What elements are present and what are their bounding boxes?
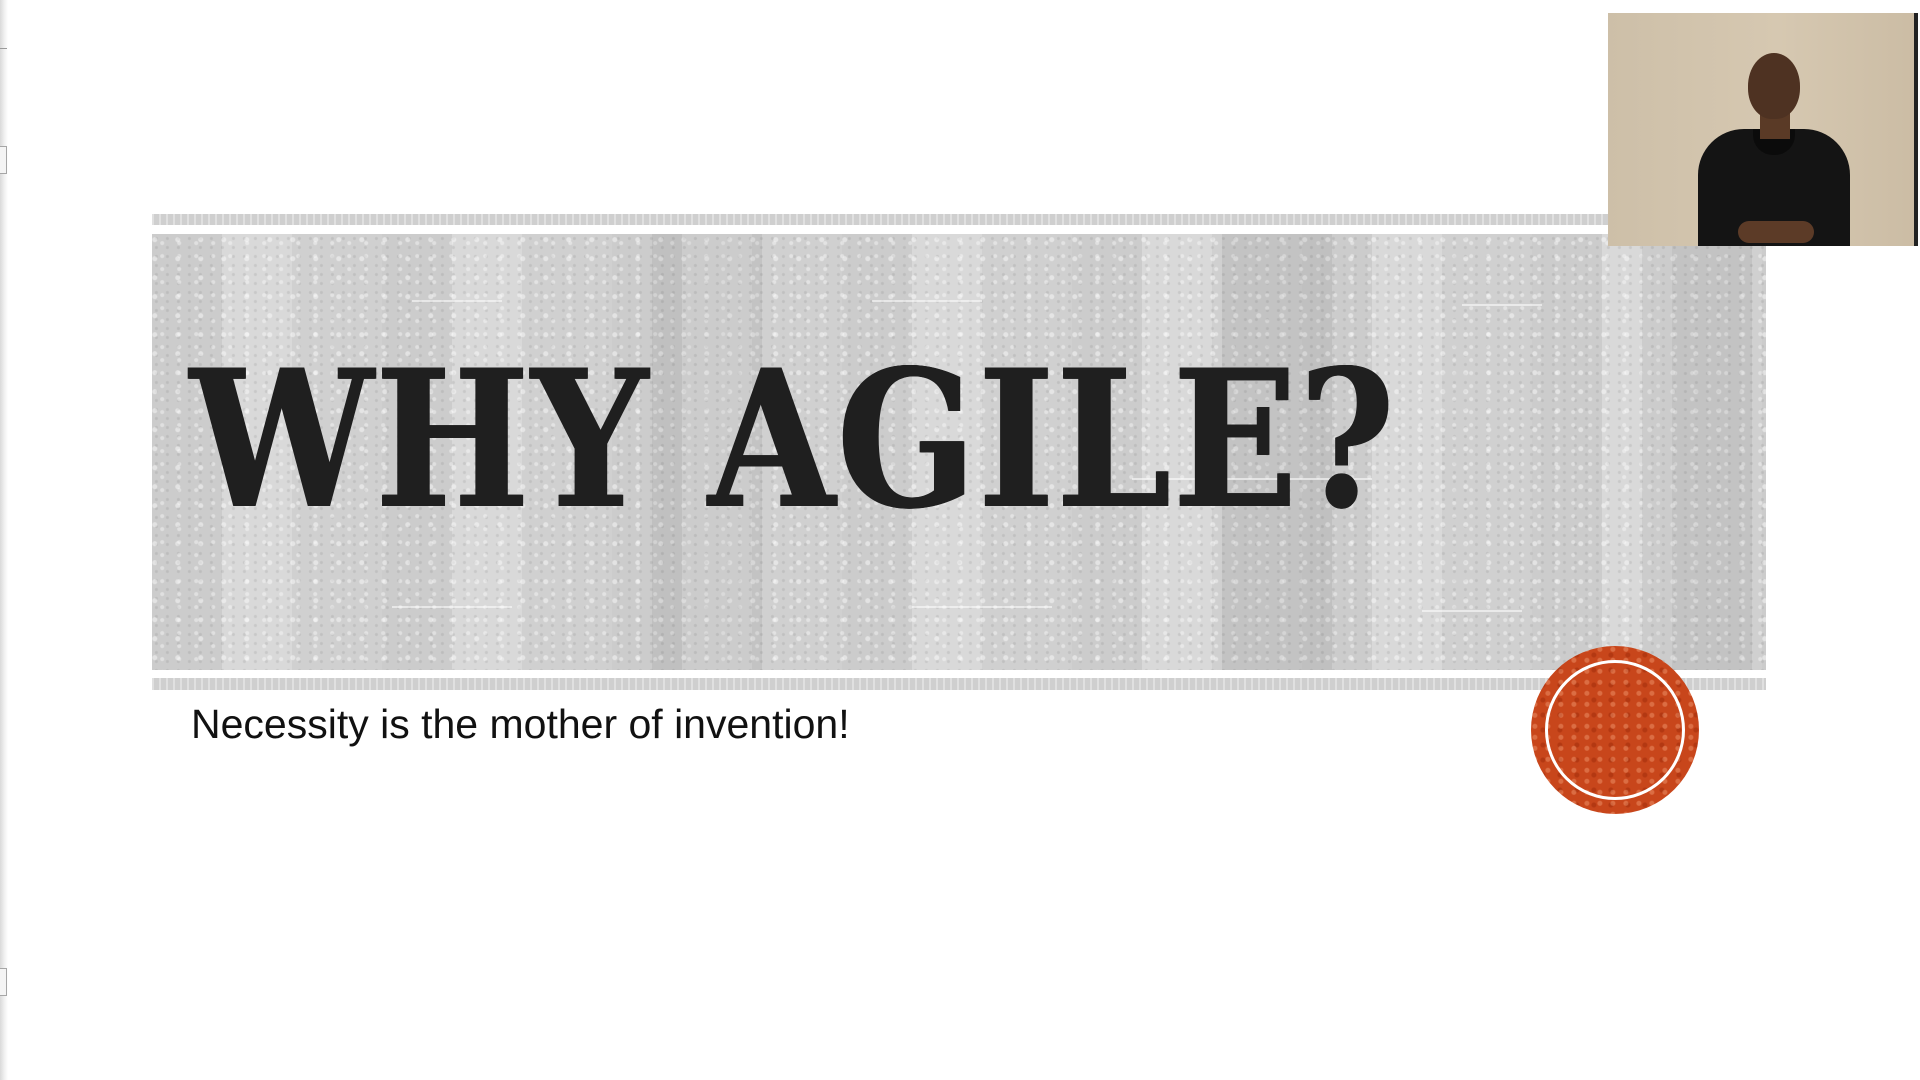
band-texture (412, 300, 502, 302)
decorative-circle-icon (1531, 646, 1699, 814)
presenter-hands (1738, 221, 1814, 243)
slide-title: WHY AGILE? (190, 328, 1397, 551)
slide-subtitle: Necessity is the mother of invention! (191, 701, 850, 747)
band-texture (1422, 610, 1522, 612)
presenter-head (1748, 53, 1800, 119)
band-texture (912, 606, 1052, 608)
presentation-slide: WHY AGILE? Necessity is the mother of in… (0, 0, 1920, 1080)
presenter-webcam[interactable] (1608, 13, 1918, 246)
slide-panel-handle-top[interactable] (0, 146, 7, 174)
webcam-border (1914, 13, 1918, 246)
title-band-top-rule (152, 214, 1766, 225)
band-texture (872, 300, 982, 302)
title-band-bottom-rule (152, 678, 1766, 690)
band-texture (1462, 304, 1542, 306)
edge-tick (0, 48, 7, 49)
band-texture (392, 606, 512, 608)
circle-ring (1545, 660, 1685, 800)
band-texture (1642, 234, 1752, 670)
slide-panel-handle-bottom[interactable] (0, 968, 7, 996)
